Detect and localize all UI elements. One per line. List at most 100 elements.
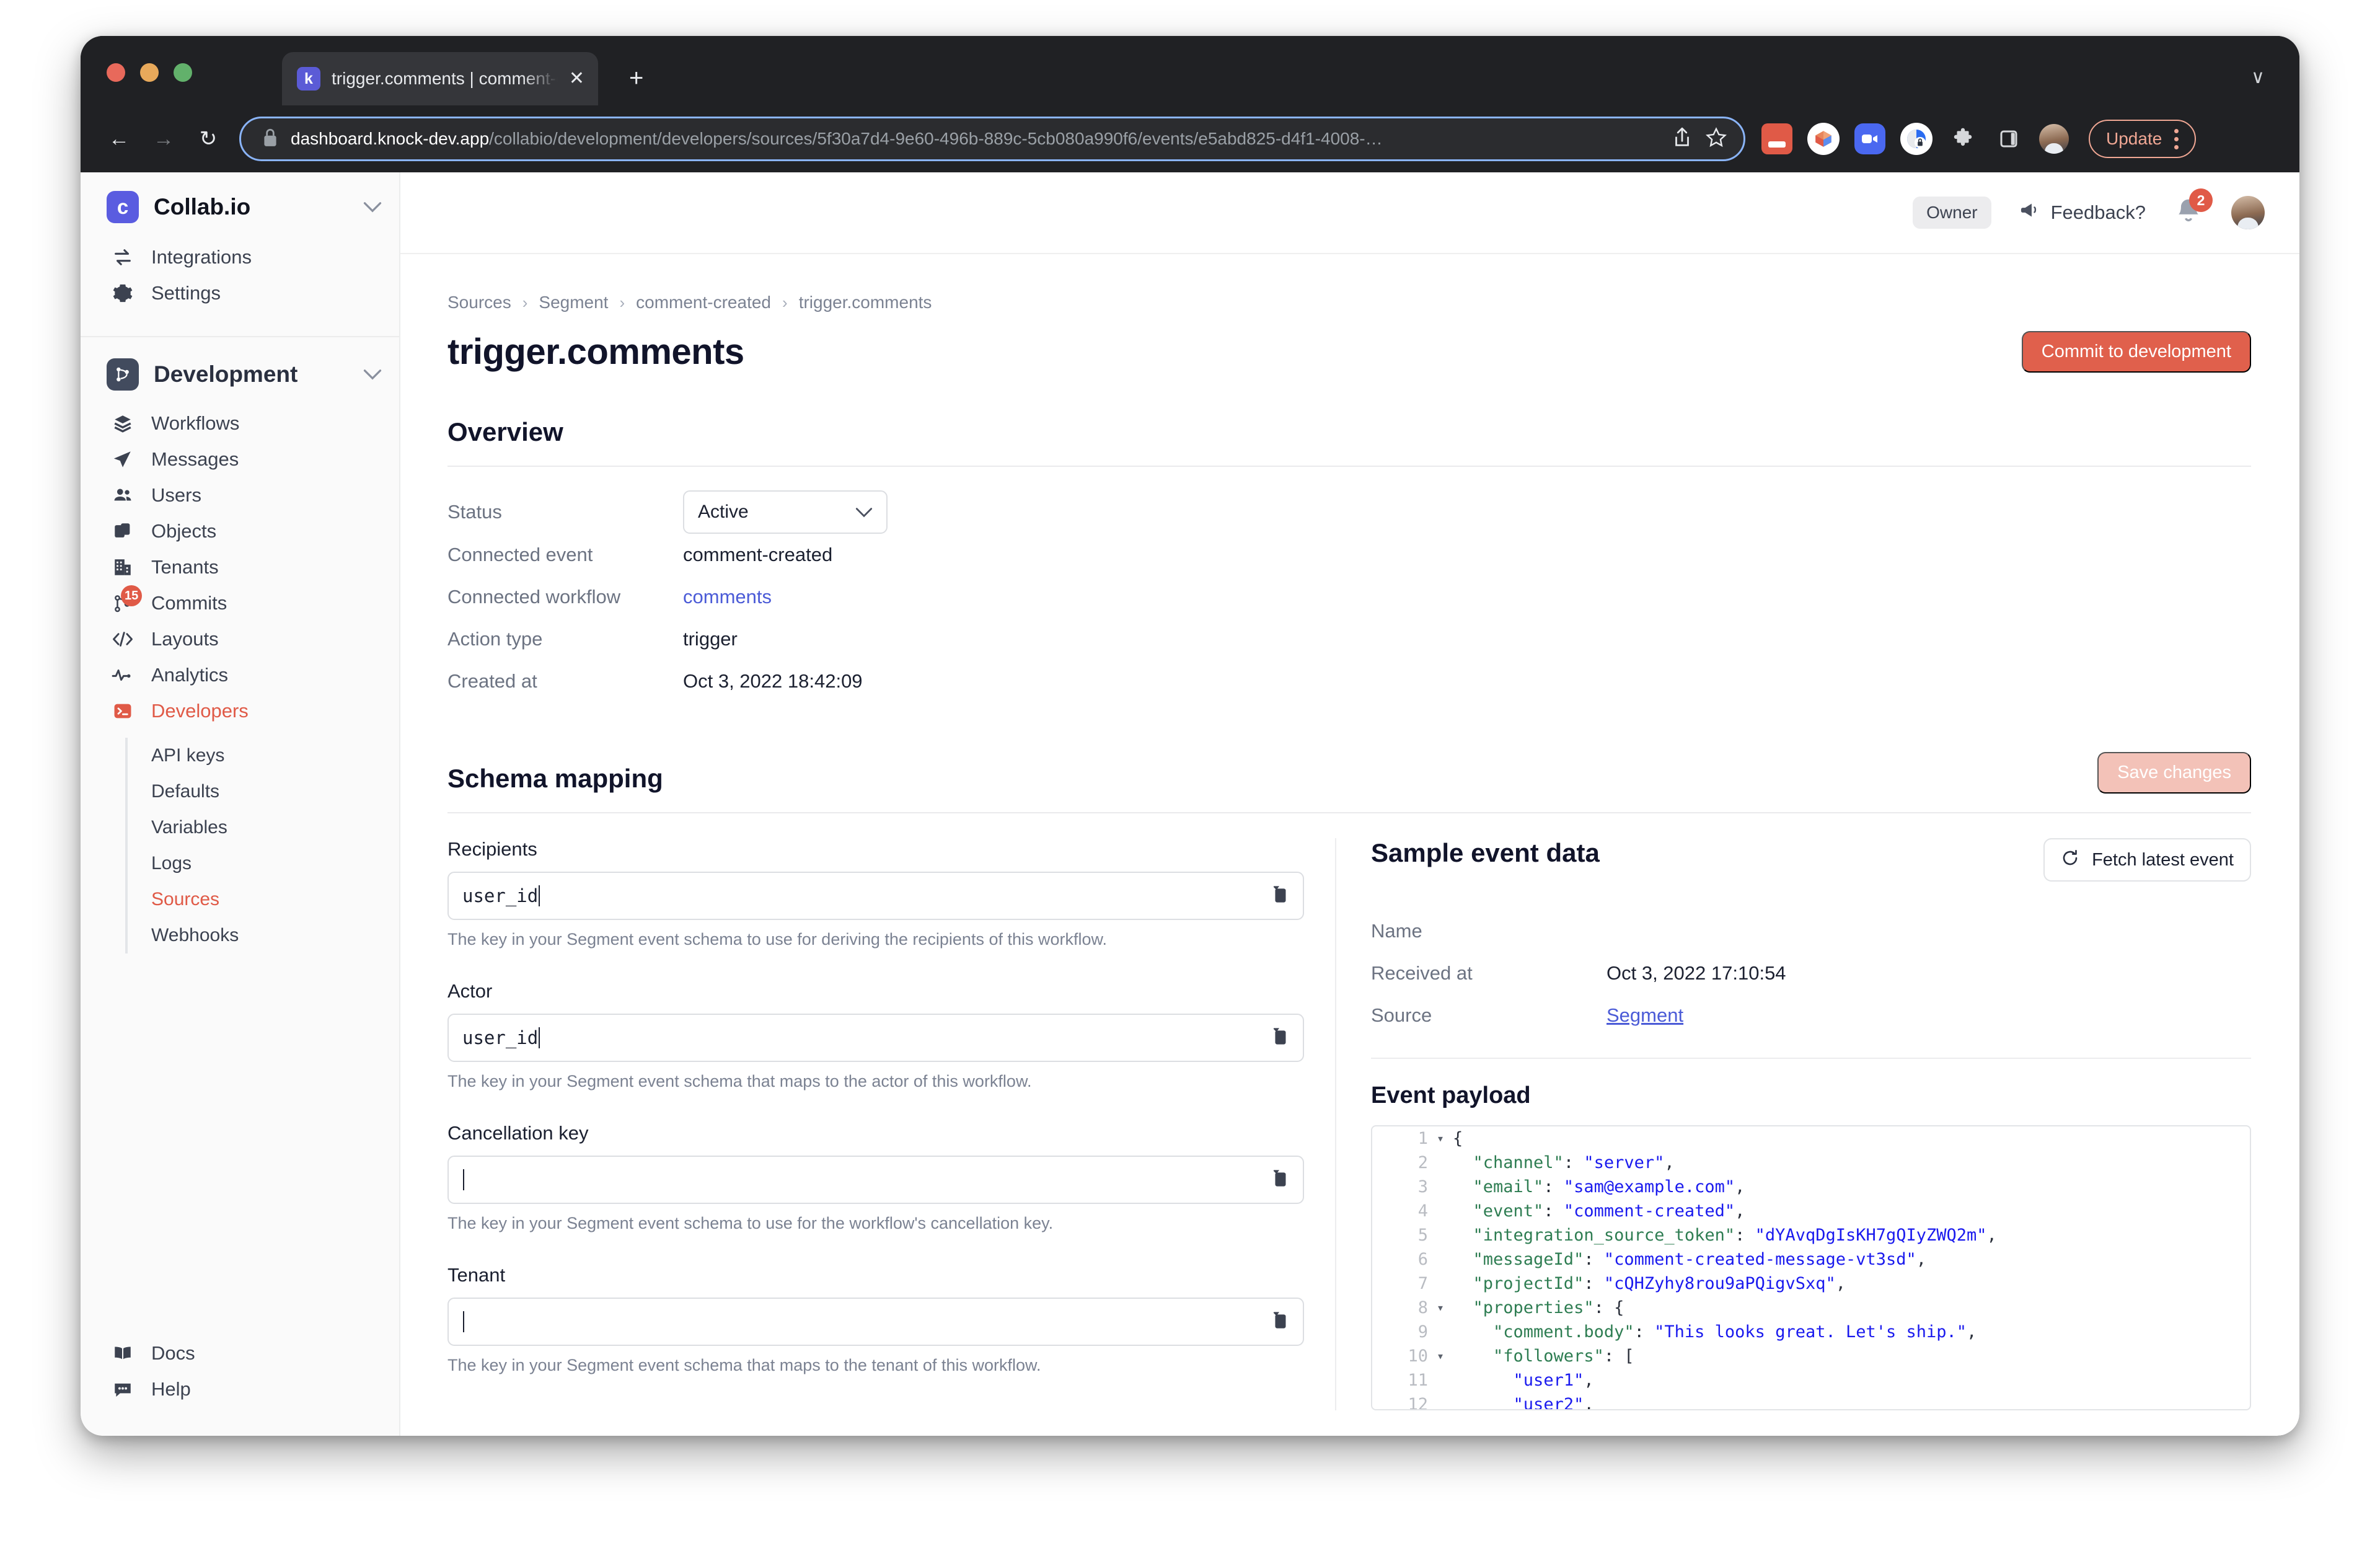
feedback-label: Feedback? [2051, 201, 2146, 224]
new-tab-button[interactable]: + [629, 66, 643, 91]
screenshot-root: k trigger.comments | comment-c ✕ + ∨ ← →… [0, 0, 2380, 1548]
sidebar-item-users[interactable]: Users [107, 477, 382, 513]
status-select[interactable]: Active [683, 490, 888, 534]
sidebar-subitem-logs[interactable]: Logs [151, 846, 382, 882]
chevron-down-icon[interactable]: ∨ [2251, 68, 2265, 87]
sidebar-item-label: Analytics [151, 664, 228, 686]
overview-label: Created at [447, 670, 683, 692]
extension-prism-icon[interactable] [1807, 123, 1840, 155]
sidebar-item-analytics[interactable]: Analytics [107, 657, 382, 693]
update-button[interactable]: Update [2089, 120, 2196, 158]
fold-toggle-icon[interactable]: ▾ [1437, 1344, 1453, 1368]
text-caret [463, 1311, 464, 1332]
sidebar-item-commits[interactable]: 15 Commits [107, 585, 382, 621]
chevron-down-icon [855, 502, 873, 523]
schema-mapping-header: Schema mapping Save changes [447, 752, 2251, 794]
copy-icon[interactable] [1269, 1310, 1289, 1334]
extensions-puzzle-icon[interactable] [1947, 123, 1978, 154]
url-path: /collabio/development/developers/sources… [489, 130, 1382, 148]
org-switcher[interactable]: c Collab.io [107, 191, 382, 223]
sidebar-item-layouts[interactable]: Layouts [107, 621, 382, 657]
sidebar-item-integrations[interactable]: Integrations [107, 239, 382, 275]
user-avatar[interactable] [2231, 196, 2265, 229]
sidebar-subitem-api-keys[interactable]: API keys [151, 738, 382, 774]
code-text: "channel": "server", [1453, 1151, 2250, 1175]
environment-switcher[interactable]: Development [107, 358, 382, 391]
sidebar-subitem-variables[interactable]: Variables [151, 810, 382, 846]
overview-label: Connected workflow [447, 586, 683, 608]
maximize-window-button[interactable] [174, 63, 192, 82]
field-label: Recipients [447, 838, 1304, 860]
share-icon[interactable] [1672, 126, 1693, 153]
page-title-row: trigger.comments Commit to development [447, 331, 2251, 373]
fold-toggle-icon[interactable]: ▾ [1437, 1296, 1453, 1320]
field-label: Actor [447, 980, 1304, 1002]
reload-button[interactable]: ↻ [186, 117, 231, 161]
overview-value: Oct 3, 2022 18:42:09 [683, 670, 863, 692]
page-title: trigger.comments [447, 331, 744, 373]
bookmark-star-icon[interactable] [1705, 126, 1727, 152]
chevron-down-icon[interactable] [363, 365, 382, 384]
copy-icon[interactable] [1269, 1168, 1289, 1192]
recipients-input-text: user_id [462, 887, 538, 905]
code-line: 5 "integration_source_token": "dYAvqDgIs… [1372, 1223, 2250, 1247]
save-changes-button[interactable]: Save changes [2097, 752, 2251, 794]
tenant-input[interactable] [447, 1298, 1304, 1346]
browser-tab[interactable]: k trigger.comments | comment-c ✕ [282, 52, 598, 105]
fold-toggle-icon[interactable]: ▾ [1437, 1126, 1453, 1151]
sidebar-item-objects[interactable]: Objects [107, 513, 382, 549]
forward-button[interactable]: → [141, 117, 186, 161]
code-text: "followers": [ [1453, 1344, 2250, 1368]
divider [447, 466, 2251, 467]
notifications-button[interactable]: 2 [2173, 196, 2204, 229]
book-icon [110, 1343, 135, 1364]
sidebar-item-workflows[interactable]: Workflows [107, 405, 382, 441]
sidebar-item-settings[interactable]: Settings [107, 275, 382, 311]
lock-icon [262, 128, 278, 151]
sidebar-item-tenants[interactable]: Tenants [107, 549, 382, 585]
commit-to-development-button[interactable]: Commit to development [2022, 331, 2251, 373]
sidebar-item-developers[interactable]: Developers [107, 693, 382, 729]
address-bar[interactable]: dashboard.knock-dev.app/collabio/develop… [239, 117, 1745, 161]
side-panel-icon[interactable] [1993, 123, 2024, 154]
actor-input[interactable]: user_id [447, 1014, 1304, 1062]
breadcrumb-item-comment-created[interactable]: comment-created [636, 293, 771, 312]
source-link[interactable]: Segment [1606, 1004, 1683, 1026]
schema-form-column: Recipients user_id The key in your Segme… [447, 838, 1335, 1410]
fetch-latest-event-button[interactable]: Fetch latest event [2043, 838, 2251, 882]
breadcrumb: Sources › Segment › comment-created › tr… [447, 293, 2251, 312]
commits-badge: 15 [121, 585, 142, 606]
schema-columns: Recipients user_id The key in your Segme… [447, 838, 2251, 1410]
sample-label: Name [1371, 920, 1606, 942]
cancellation-key-input[interactable] [447, 1156, 1304, 1204]
breadcrumb-item-segment[interactable]: Segment [539, 293, 608, 312]
sidebar-item-messages[interactable]: Messages [107, 441, 382, 477]
feedback-button[interactable]: Feedback? [2019, 201, 2146, 224]
extension-zoom-icon[interactable] [1854, 123, 1885, 154]
browser-profile-avatar[interactable] [2039, 124, 2069, 154]
recipients-input[interactable]: user_id [447, 872, 1304, 920]
url-host: dashboard.knock-dev.app [291, 130, 489, 148]
close-tab-icon[interactable]: ✕ [569, 69, 584, 88]
extension-privacy-lock-icon[interactable] [1900, 123, 1933, 155]
copy-icon[interactable] [1269, 1026, 1289, 1050]
event-payload-code-editor[interactable]: 1▾{2 "channel": "server",3 "email": "sam… [1371, 1125, 2251, 1410]
sidebar-subitem-webhooks[interactable]: Webhooks [151, 918, 382, 953]
main-content: Owner Feedback? 2 Sources › [400, 172, 2299, 1436]
chevron-down-icon[interactable] [363, 198, 382, 217]
more-menu-icon[interactable] [2174, 129, 2179, 149]
paper-plane-icon [110, 449, 135, 470]
close-window-button[interactable] [107, 63, 125, 82]
connected-workflow-link[interactable]: comments [683, 586, 772, 608]
minimize-window-button[interactable] [140, 63, 159, 82]
sidebar-item-label: Help [151, 1378, 191, 1400]
sidebar-item-help[interactable]: Help [107, 1371, 382, 1407]
breadcrumb-item-sources[interactable]: Sources [447, 293, 511, 312]
sidebar-item-docs[interactable]: Docs [107, 1335, 382, 1371]
browser-window: k trigger.comments | comment-c ✕ + ∨ ← →… [81, 36, 2299, 1436]
extension-red-icon[interactable] [1761, 123, 1792, 154]
back-button[interactable]: ← [97, 117, 141, 161]
copy-icon[interactable] [1269, 884, 1289, 908]
sidebar-subitem-defaults[interactable]: Defaults [151, 774, 382, 810]
sidebar-subitem-sources[interactable]: Sources [151, 882, 382, 918]
